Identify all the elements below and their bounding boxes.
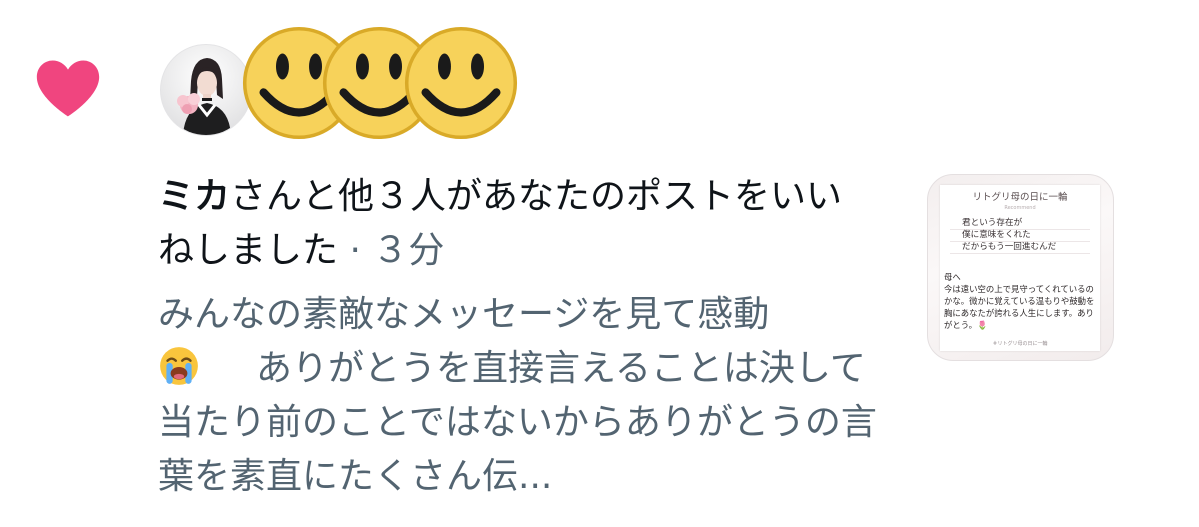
thumbnail-poem: 君という存在が 僕に意味をくれた だからもう一回進むんだ [962,218,1057,252]
heart-icon[interactable] [34,58,102,118]
letter-card: リトグリ母の日に一輪 Recommend 君という存在が 僕に意味をくれた だか… [940,185,1100,351]
avatar[interactable] [160,44,252,136]
smiley-face-icon[interactable] [402,24,520,142]
thumbnail-title: リトグリ母の日に一輪 [972,192,1068,203]
card-rule [950,253,1090,254]
timestamp: ３分 [372,230,445,271]
action-text: さんと他３人があなたのポストをいいねしました [158,176,843,271]
post-media-thumbnail[interactable]: リトグリ母の日に一輪 Recommend 君という存在が 僕に意味をくれた だか… [927,174,1114,361]
thumbnail-letter: 母へ 今は遠い空の上で見守ってくれているのかな。微かに覚えている温もりや鼓動を胸… [944,272,1095,330]
post-preview-part1: みんなの素敵なメッセージを見て感動 [158,294,770,335]
separator: · [338,230,373,271]
avatar-photo [177,58,231,135]
actor-name[interactable]: ミカ [158,176,230,217]
post-preview-part2: ありがとうを直接言えることは決して当たり前のことではないからありがとうの言葉を素… [158,348,877,497]
notification-text[interactable]: ミカさんと他３人があなたのポストをいいねしました · ３分 [158,170,878,278]
post-preview-text[interactable]: みんなの素敵なメッセージを見て感動 ありがとうを直接言えることは決して当たり前の… [158,288,878,504]
thumbnail-footer: ＃リトグリ母の日に一輪 [992,341,1048,347]
thumbnail-subtitle: Recommend [1004,205,1036,211]
loudly-crying-face-emoji [160,347,198,385]
